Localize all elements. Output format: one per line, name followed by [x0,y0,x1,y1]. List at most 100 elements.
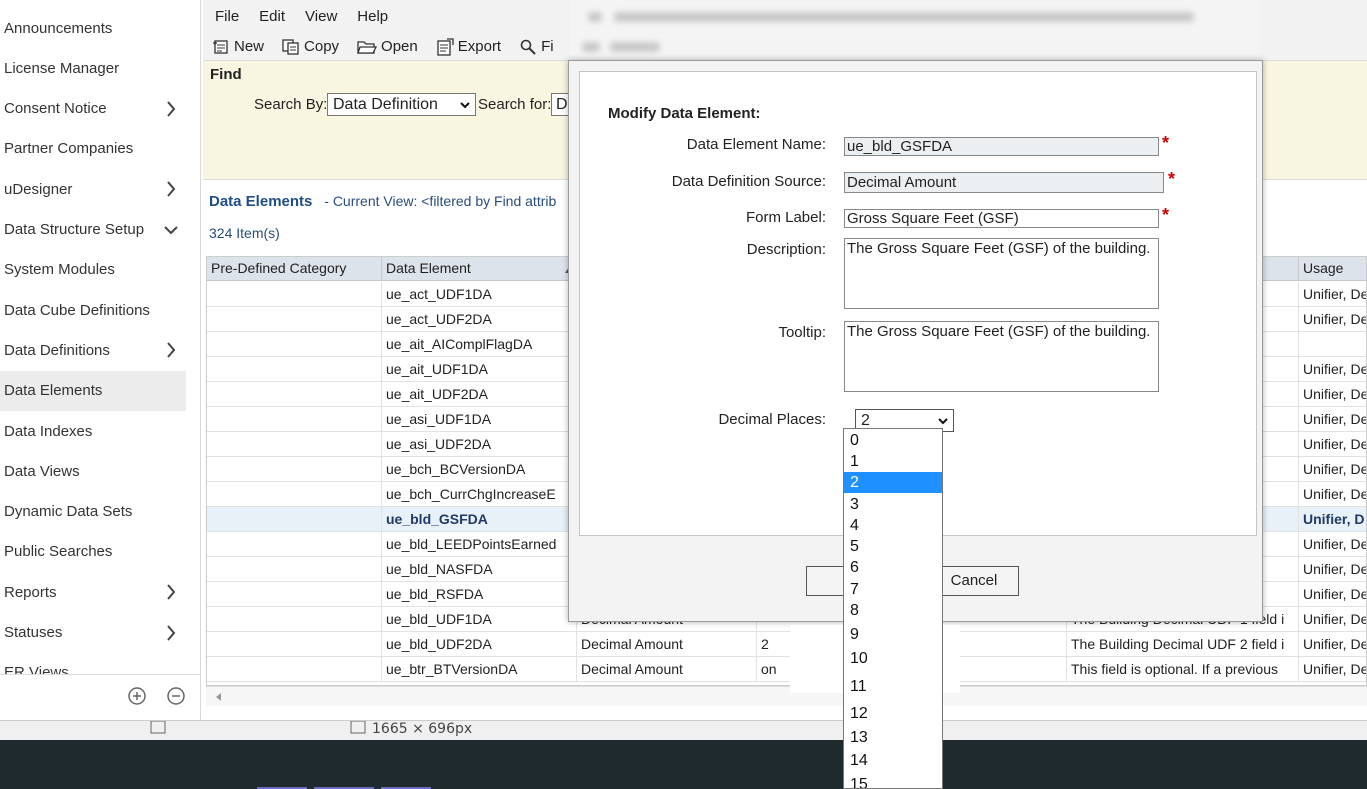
table-cell: ue_bch_BCVersionDA [382,457,577,482]
chevron-down-icon[interactable] [162,219,180,241]
table-cell: Unifier, De [1299,657,1366,682]
sidebar-item-public-searches[interactable]: Public Searches [0,532,186,572]
sidebar-item-label: Statuses [4,624,63,641]
table-cell: ue_bld_LEEDPointsEarned [382,532,577,557]
sidebar-item-statuses[interactable]: Statuses [0,613,186,653]
column-header[interactable]: Data Element [382,257,577,281]
decimal-option[interactable]: 6 [844,557,942,578]
decimal-option[interactable]: 10 [844,648,942,669]
lock-icon [588,12,602,22]
sidebar-item-data-structure-setup[interactable]: Data Structure Setup [0,210,186,250]
table-row[interactable]: ue_btr_BTVersionDA Decimal Amount on This f… [207,657,1366,682]
chevron-right-icon[interactable] [162,178,180,200]
column-header[interactable]: Pre-Defined Category [207,257,382,281]
sidebar-item-data-views[interactable]: Data Views [0,451,186,491]
chevron-down-icon [938,418,948,425]
menu-view[interactable]: View [305,8,337,25]
find-button[interactable]: Fi [519,38,554,55]
sidebar-item-label: Data Indexes [4,422,93,440]
window-icon [150,721,166,734]
table-cell: Decimal Amount [577,632,757,657]
decimal-option[interactable]: 12 [844,703,942,724]
decimal-option[interactable]: 7 [844,579,942,600]
decimal-option[interactable]: 11 [844,676,942,697]
sidebar-item-label: Data Cube Definitions [4,301,150,319]
sidebar-item-label: Dynamic Data Sets [4,503,133,521]
chevron-right-icon[interactable] [162,581,180,603]
new-button[interactable]: New [212,38,264,55]
sidebar-item-dynamic-data-sets[interactable]: Dynamic Data Sets [0,492,186,532]
sidebar-item-label: Partner Companies [4,140,134,158]
table-cell: ue_asi_UDF2DA [382,432,577,457]
sidebar-item-data-definitions[interactable]: Data Definitions [0,330,186,370]
sidebar-item-label: Consent Notice [4,100,107,118]
chevron-right-icon[interactable] [162,339,180,361]
decimal-option[interactable]: 14 [844,750,942,771]
decimal-option[interactable]: 3 [844,494,942,515]
tooltip-textarea[interactable]: The Gross Square Feet (GSF) of the build… [844,321,1159,392]
sidebar-item-reports[interactable]: Reports [0,572,186,612]
search-icon [520,39,536,55]
sidebar-item-data-cube-definitions[interactable]: Data Cube Definitions [0,290,186,330]
horizontal-scrollbar[interactable] [206,686,1367,706]
menu-file[interactable]: File [215,8,239,25]
decimal-option[interactable]: 9 [844,624,942,645]
search-by-label: Search By: [254,96,328,113]
table-cell [207,607,382,632]
search-for-label: Search for: [478,96,552,113]
sidebar-item-consent-notice[interactable]: Consent Notice [0,89,186,129]
sidebar-item-license-manager[interactable]: License Manager [0,48,186,88]
decimal-option[interactable]: 4 [844,515,942,536]
sidebar-item-announcements[interactable]: Announcements [0,8,186,48]
table-cell [207,482,382,507]
list-header: Data Elements - Current View: <filtered … [209,193,556,210]
column-header[interactable]: Usage [1299,257,1366,281]
sidebar-item-udesigner[interactable]: uDesigner [0,169,186,209]
menu-edit[interactable]: Edit [259,8,285,25]
plus-circle-icon[interactable] [127,686,147,706]
description-textarea[interactable]: The Gross Square Feet (GSF) of the build… [844,238,1159,309]
copy-button[interactable]: Copy [282,38,339,55]
description-label: Description: [746,241,826,258]
search-by-select[interactable]: Data Definition [327,93,476,116]
form-label-field[interactable]: Gross Square Feet (GSF) [844,209,1159,228]
decimal-option[interactable]: 0 [844,430,942,451]
menu-help[interactable]: Help [357,8,388,25]
chevron-right-icon[interactable] [162,622,180,644]
sidebar-item-partner-companies[interactable]: Partner Companies [0,129,186,169]
data-element-name-field[interactable]: ue_bld_GSFDA [844,137,1159,156]
sidebar-item-label: System Modules [4,261,115,279]
find-title: Find [210,66,242,83]
decimal-option[interactable]: 2 [844,472,942,493]
open-button[interactable]: Open [357,38,418,55]
list-title: Data Elements [209,193,313,210]
table-row[interactable]: ue_bld_UDF2DA Decimal Amount 2 The Building… [207,632,1366,657]
table-cell: ue_ait_AIComplFlagDA [382,332,577,357]
decimal-option[interactable]: 15 [844,774,942,788]
data-definition-source-field[interactable]: Decimal Amount [844,172,1164,193]
export-button[interactable]: Export [436,37,501,56]
decimal-option[interactable]: 13 [844,727,942,748]
table-cell [207,282,382,307]
table-cell: Unifier, De [1299,307,1366,332]
decimal-option[interactable]: 5 [844,536,942,557]
image-size-text: 1665 × 696px [372,721,473,737]
table-cell: ue_bld_RSFDA [382,582,577,607]
export-icon [437,37,454,56]
table-cell: Unifier, De [1299,357,1366,382]
new-icon [213,39,228,54]
decimal-option[interactable]: 8 [844,600,942,621]
blurred-page-title [610,42,660,52]
chevron-right-icon[interactable] [162,98,180,120]
sidebar-item-system-modules[interactable]: System Modules [0,250,186,290]
sidebar-item-data-indexes[interactable]: Data Indexes [0,411,186,451]
scroll-left-icon[interactable] [214,692,224,702]
copy-icon [282,38,299,55]
table-cell: Unifier, De [1299,482,1366,507]
sidebar-item-label: Public Searches [4,543,113,561]
minus-circle-icon[interactable] [166,686,186,706]
decimal-option[interactable]: 1 [844,451,942,472]
table-cell: This field is optional. If a previous [1067,657,1299,682]
table-cell: The Building Decimal UDF 2 field i [1067,632,1299,657]
sidebar-item-data-elements[interactable]: Data Elements [0,370,186,411]
